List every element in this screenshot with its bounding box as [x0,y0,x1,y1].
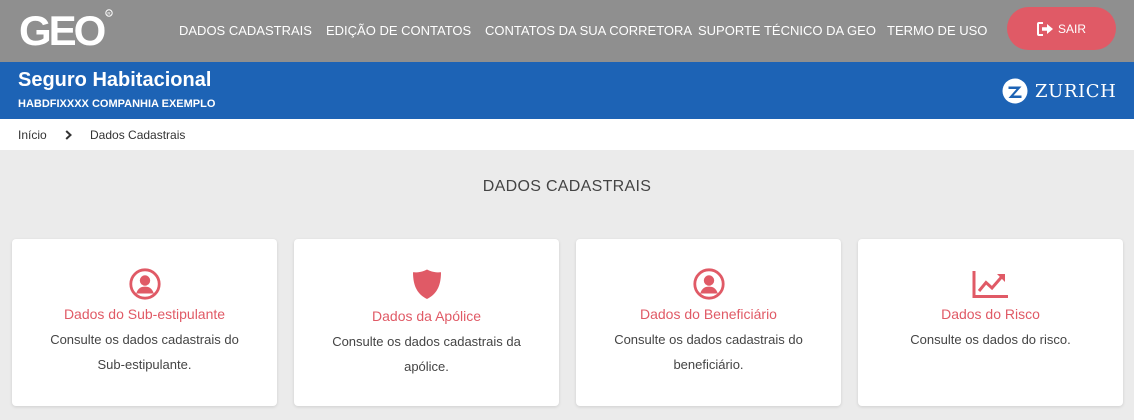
card-title: Dados do Beneficiário [640,306,777,322]
nav-dados-cadastrais[interactable]: DADOS CADASTRAIS [179,0,312,62]
sign-out-icon [1036,21,1053,36]
nav-edicao-de-contatos[interactable]: EDIÇÃO DE CONTATOS [326,0,471,62]
card-description: Consulte os dados cadastrais do benefici… [614,332,803,372]
logout-label: SAIR [1057,21,1086,36]
shield-icon [412,269,441,299]
nav-contatos-da-sua-corretora[interactable]: CONTATOS DA SUA CORRETORA [485,0,692,62]
insurer-name: ZURICH [1035,80,1117,102]
geo-logo[interactable]: GEO R [18,7,114,54]
policy-code: HABDFIXXXX [18,98,89,110]
company-name: COMPANHIA EXEMPLO [91,98,216,110]
insurer-brand: ZURICH [1002,78,1116,104]
card-beneficiario[interactable]: Dados do Beneficiário Consulte os dados … [576,239,841,406]
logo-text: GEO [19,8,105,52]
card-description: Consulte os dados cadastrais do Sub-esti… [50,332,239,372]
nav-suporte-tecnico-da-geo[interactable]: SUPORTE TÉCNICO DA GEO [698,0,876,62]
card-sub-estipulante[interactable]: Dados do Sub-estipulante Consulte os dad… [12,239,277,406]
chevron-right-icon [65,129,72,143]
page-title: DADOS CADASTRAIS [482,178,652,195]
card-description: Consulte os dados do risco. [910,332,1071,347]
card-title: Dados da Apólice [372,308,481,324]
user-circle-icon [692,268,725,300]
nav-termo-de-uso[interactable]: TERMO DE USO [887,0,987,62]
zurich-logo-icon [1002,78,1028,104]
user-circle-icon [128,268,161,300]
product-title: Seguro Habitacional [18,69,212,91]
breadcrumb-current: Dados Cadastrais [90,128,186,142]
breadcrumb-home-link[interactable]: Início [18,128,47,142]
logout-button[interactable]: SAIR [1007,7,1116,50]
card-description: Consulte os dados cadastrais da apólice. [332,334,521,374]
card-title: Dados do Sub-estipulante [63,306,226,322]
product-banner: Seguro Habitacional HABDFIXXXX COMPANHIA… [0,62,1134,119]
card-apolice[interactable]: Dados da Apólice Consulte os dados cadas… [294,239,559,406]
breadcrumb: Início Dados Cadastrais [0,119,1134,150]
geo-logo-mark: GEO R [19,7,113,54]
card-title: Dados do Risco [941,306,1040,322]
policy-subtitle: HABDFIXXXX COMPANHIA EXEMPLO [18,98,215,110]
trend-chart-icon [972,271,1008,298]
top-navigation-bar: GEO R DADOS CADASTRAIS EDIÇÃO DE CONTATO… [0,0,1134,62]
card-risco[interactable]: Dados do Risco Consulte os dados do risc… [858,239,1123,406]
